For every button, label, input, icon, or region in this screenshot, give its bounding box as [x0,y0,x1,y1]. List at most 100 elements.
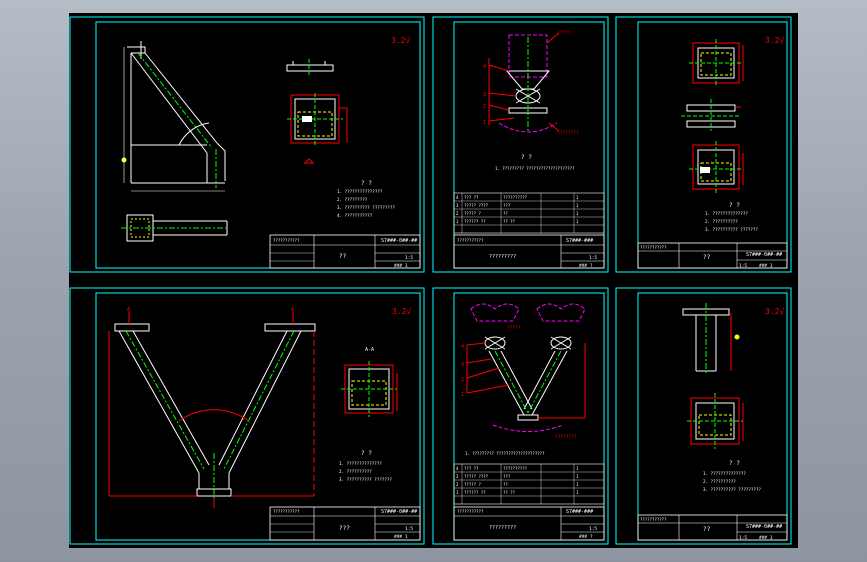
svg-text:1: 1 [483,120,486,126]
sheet-2-title-block: ??????????? S7###-### ????????? 1:5 ### … [453,234,605,269]
drawing-text: S7###-### [566,238,593,244]
svg-text:???????????: ??????????? [273,509,300,514]
hopper-assembly-view: ????? ???????? 4 3 2 1 [483,30,579,136]
drawing-text: 1. ?????????????? [339,461,382,466]
svg-text:3: 3 [461,362,464,368]
bom-cell: 1 [576,203,579,208]
svg-text:???????????: ??????????? [457,509,484,514]
drawing-text: 2. ?????????? [339,469,372,474]
drawing-text: ????? [507,325,521,331]
drawing-text: ?? [339,253,347,260]
sheet-1[interactable]: 3.2√ ? ? 1. ??????????????? 2. ?????????… [69,16,425,273]
bom-cell: 4 [456,195,459,200]
drawing-text: 1. ????????? ???????????????????? [465,451,545,456]
drawing-text: ??? [339,525,350,532]
drawing-text: 3. ?????????? ????????? [703,487,761,492]
sheet-6-outer-frame [615,287,792,545]
bom-cell: 1 [576,490,579,495]
sheet-6-notes: ? ? 1. ?????????????? 2. ?????????? 3. ?… [703,460,761,492]
flange-bar-view [286,59,334,75]
drawing-text: 1:5 [589,255,597,261]
svg-text:2: 2 [483,104,486,110]
bom-cell: 3 [456,203,459,208]
sheet-3-title-block: ??????????? S7###-0##-## ?? 1:5 ### 1 [637,242,788,269]
svg-text:1: 1 [461,392,464,398]
sheet-5-bom-table: 4 ??? ???????????? 1 3 ????? ??????? 1 2 ????? … [453,463,605,505]
bom-cell: 1 [576,211,579,216]
flange-plan-view [121,214,229,242]
square-flange-view-bottom [689,141,744,193]
sheet-5[interactable]: ????? ???????? 4 3 2 1 1. ????????? ????… [432,287,609,545]
drawing-text: S7###-0##-## [746,524,782,530]
drawing-text: ???????? [555,434,577,440]
drawing-text: 2. ????????? [337,197,368,202]
drawing-text: ### 1 [394,534,408,540]
svg-text:2: 2 [461,377,464,383]
bom-cell: ????? ? [464,482,481,487]
drawing-text: 1. ?????????????? [705,211,748,216]
sheet-5-notes: 1. ????????? ???????????????????? [465,451,545,456]
sheet-3[interactable]: 3.2√ ? ? 1. ?????????????? 2. ??????????… [615,16,792,273]
drawing-text: S7###-0##-## [746,252,782,258]
drawing-text: ????????? [489,525,516,531]
bom-cell: ?? [503,482,508,487]
sheet-4[interactable]: 3.2√ A A A-A ? ? 1. ?????????????? 2. ??… [69,287,425,545]
cad-drawing[interactable]: 3.2√ ? ? 1. ??????????????? 2. ?????????… [69,13,798,548]
sheet-2-notes: ? ? 1. ????????? ???????????????????? [495,154,575,171]
sheet-5-inner-frame [453,292,605,541]
bom-cell: ????? ???? [464,474,489,479]
bom-cell: ??? ?? [464,195,479,200]
bom-cell: 1 [576,482,579,487]
sheet-4-notes: ? ? 1. ?????????????? 2. ?????????? 3. ?… [339,450,392,482]
roughness-symbol: 3.2√ [391,36,410,45]
angled-duct-view [121,41,226,192]
sheet-6-title-block: ??????????? S7###-0##-## ?? 1:5 ### 1 [637,514,788,541]
bom-cell: ??? [503,474,511,479]
square-flange-view [687,393,744,449]
drawing-text: ### ? [579,263,593,269]
drawing-text: 1. ?????????????? [703,471,746,476]
bom-cell: ?????????? [503,195,528,200]
sheet-2[interactable]: ????? ???????? 4 3 2 1 ? ? 1. ????????? … [432,16,609,273]
drawing-text: S7###-### [566,509,593,515]
drawing-text: ? ? [729,460,740,467]
bom-cell: 1 [576,219,579,224]
sheet-5-title-block: ??????????? S7###-### ????????? 1:5 ### … [453,506,605,541]
y-hopper-assembly-view: ????? ???????? 4 3 2 1 [461,303,586,440]
drawing-text: ? ? [361,180,372,187]
drawing-text: A [127,307,130,313]
drawing-text: 1:5 [589,526,597,532]
drawing-text: ? ? [521,154,532,161]
straight-duct-view [682,303,740,375]
bom-cell: ?? [503,211,508,216]
drawing-text: 3. ?????????? ????????? [337,205,395,210]
bom-cell: 1 [456,219,459,224]
sheet-2-bom-table: 4 ??? ???????????? 1 3 ????? ??????? 1 2 ????? … [453,192,605,234]
bom-cell: 2 [456,482,459,487]
drawing-text: 2. ?????????? [705,219,738,224]
roughness-symbol: 3.2√ [392,307,411,316]
bom-cell: 1 [456,490,459,495]
bom-cell: ?? ?? [503,219,516,224]
bom-cell: 4 [456,466,459,471]
bom-cell: 1 [576,474,579,479]
svg-text:4: 4 [461,344,464,350]
drawing-text: 1:5 [405,255,413,261]
drawing-text: ### 1 [759,535,773,541]
drawing-text: ????? [557,30,571,36]
drawing-text: ????????? [489,254,516,260]
sheet-6[interactable]: 3.2√ ? ? 1. ?????????????? 2. ??????????… [615,287,792,545]
svg-text:???????????: ??????????? [640,517,667,522]
bom-cell: 1 [576,195,579,200]
sheet-1-notes: ? ? 1. ??????????????? 2. ????????? 3. ?… [337,180,395,218]
drawing-text: ? ? [729,202,740,209]
cad-model-space[interactable]: 3.2√ ? ? 1. ??????????????? 2. ?????????… [69,13,798,548]
section-square-view [287,93,348,164]
square-flange-view-top [689,39,744,87]
drawing-text: ### ? [579,534,593,540]
drawing-text: 1:5 [739,263,747,269]
drawing-text: ### 1 [759,263,773,269]
bom-cell: ????? ? [464,211,481,216]
roughness-symbol: 3.2√ [765,36,784,45]
sheet-1-title-block: ??????????? S7###-0##-## ?? 1:5 ### 1 [269,234,421,269]
